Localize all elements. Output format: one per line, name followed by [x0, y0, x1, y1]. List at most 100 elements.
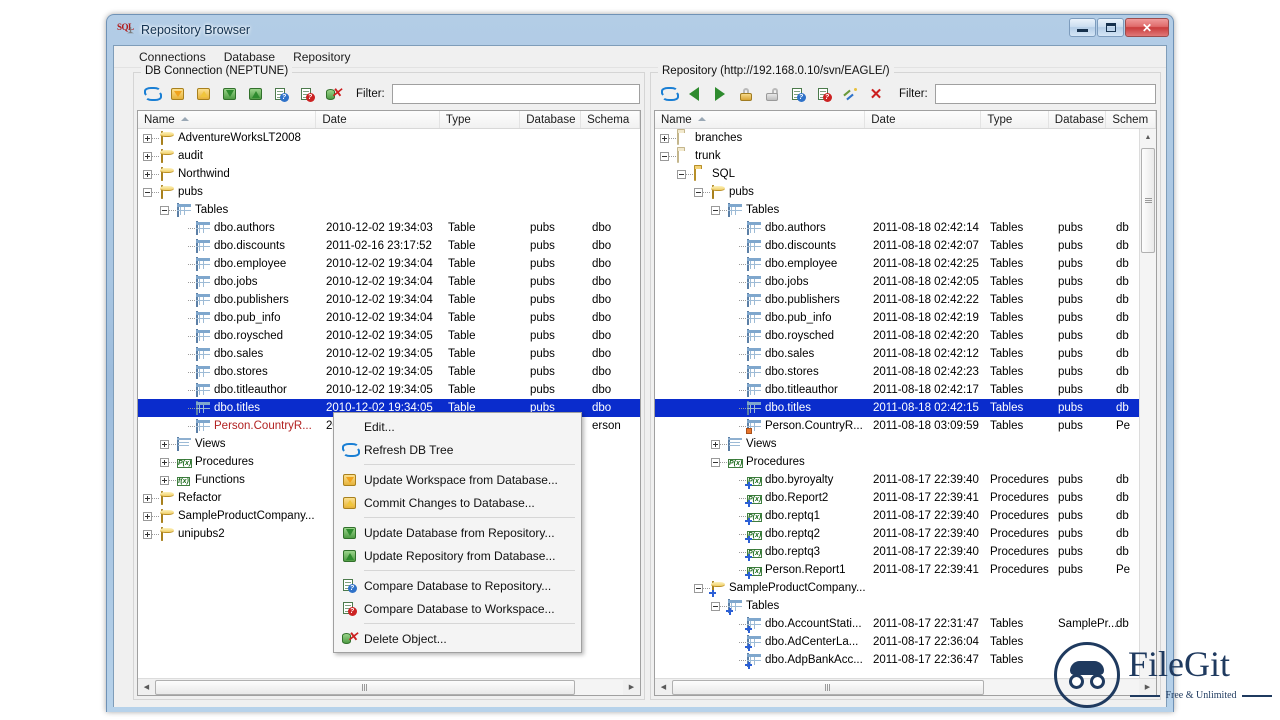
tree-row[interactable]: dbo.publishers 2010-12-02 19:34:04 Table pu…: [138, 291, 640, 309]
tree-row[interactable]: Person.CountryR... 2011-08-18 03:09:59 Tab…: [655, 417, 1156, 435]
green-box-down-arrow-icon[interactable]: [216, 83, 242, 105]
tree-row[interactable]: SampleProductCompany...: [655, 579, 1156, 597]
refresh-icon[interactable]: [655, 83, 681, 105]
repo-column-schema[interactable]: Schem: [1106, 111, 1156, 128]
repo-hscroll-thumb[interactable]: [672, 679, 984, 695]
close-button[interactable]: ✕: [1125, 18, 1169, 37]
tree-row[interactable]: dbo.publishers 2011-08-18 02:42:22 Tables p…: [655, 291, 1156, 309]
collapse-icon[interactable]: [677, 169, 686, 179]
db-filter-input[interactable]: [391, 84, 640, 104]
tree-row[interactable]: branches: [655, 129, 1156, 147]
context-menu-item[interactable]: Update Repository from Database...: [334, 544, 581, 567]
tree-row[interactable]: pubs: [138, 183, 640, 201]
green-box-up-arrow-icon[interactable]: [242, 83, 268, 105]
yellow-box-down-arrow-icon[interactable]: [164, 83, 190, 105]
expand-icon[interactable]: [160, 439, 169, 449]
maximize-button[interactable]: [1097, 18, 1124, 37]
context-menu-item[interactable]: Update Database from Repository...: [334, 521, 581, 544]
tree-row[interactable]: P(x) dbo.Report2 2011-08-17 22:39:41 Proced…: [655, 489, 1156, 507]
collapse-icon[interactable]: [694, 583, 703, 593]
tree-row[interactable]: dbo.stores 2010-12-02 19:34:05 Table pubs db…: [138, 363, 640, 381]
tree-row[interactable]: P(x) dbo.byroyalty 2011-08-17 22:39:40 Proc…: [655, 471, 1156, 489]
edit-icon[interactable]: [837, 83, 863, 105]
context-menu[interactable]: Edit... Refresh DB Tree Update Workspace f…: [333, 412, 582, 653]
repo-hscroll-left-arrow[interactable]: ◀: [655, 679, 672, 695]
expand-icon[interactable]: [160, 475, 169, 485]
tree-row[interactable]: pubs: [655, 183, 1156, 201]
menu-repository[interactable]: Repository: [284, 48, 359, 66]
tree-row[interactable]: dbo.jobs 2011-08-18 02:42:05 Tables pubs db: [655, 273, 1156, 291]
yellow-box-up-arrow-icon[interactable]: [190, 83, 216, 105]
tree-row[interactable]: dbo.roysched 2011-08-18 02:42:20 Tables pub…: [655, 327, 1156, 345]
tree-row[interactable]: P(x) Person.Report1 2011-08-17 22:39:41 Pro…: [655, 561, 1156, 579]
expand-icon[interactable]: [143, 529, 152, 539]
menu-connections[interactable]: Connections: [130, 48, 215, 66]
db-column-schema[interactable]: Schema: [581, 111, 640, 128]
tree-row[interactable]: dbo.sales 2010-12-02 19:34:05 Table pubs dbo: [138, 345, 640, 363]
db-hscroll-right-arrow[interactable]: ▶: [623, 679, 640, 695]
tree-row[interactable]: AdventureWorksLT2008: [138, 129, 640, 147]
db-column-date[interactable]: Date: [316, 111, 440, 128]
tree-row[interactable]: dbo.sales 2011-08-18 02:42:12 Tables pubs db: [655, 345, 1156, 363]
context-menu-item[interactable]: ? Compare Database to Workspace...: [334, 597, 581, 620]
tree-row[interactable]: Northwind: [138, 165, 640, 183]
tree-row[interactable]: P(x) dbo.reptq3 2011-08-17 22:39:40 Procedu…: [655, 543, 1156, 561]
delete-x-icon[interactable]: ✕: [863, 83, 889, 105]
green-arrow-left-icon[interactable]: [681, 83, 707, 105]
tree-row[interactable]: dbo.authors 2010-12-02 19:34:03 Table pubs d…: [138, 219, 640, 237]
context-menu-item[interactable]: ? Compare Database to Repository...: [334, 574, 581, 597]
context-menu-item[interactable]: Update Workspace from Database...: [334, 468, 581, 491]
tree-row[interactable]: dbo.authors 2011-08-18 02:42:14 Tables pubs…: [655, 219, 1156, 237]
expand-icon[interactable]: [143, 133, 152, 143]
tree-row[interactable]: dbo.AccountStati... 2011-08-17 22:31:47 Ta…: [655, 615, 1156, 633]
tree-row[interactable]: dbo.titleauthor 2010-12-02 19:34:05 Table p…: [138, 381, 640, 399]
expand-icon[interactable]: [143, 493, 152, 503]
repo-column-database[interactable]: Database: [1049, 111, 1107, 128]
collapse-icon[interactable]: [711, 601, 720, 611]
repo-vscroll-up-arrow[interactable]: ▲: [1140, 129, 1156, 146]
menu-database[interactable]: Database: [215, 48, 284, 66]
tree-row[interactable]: dbo.discounts 2011-08-18 02:42:07 Tables pu…: [655, 237, 1156, 255]
tree-row[interactable]: dbo.employee 2010-12-02 19:34:04 Table pubs…: [138, 255, 640, 273]
expand-icon[interactable]: [143, 169, 152, 179]
repo-column-name[interactable]: Name: [655, 111, 866, 128]
lock-closed-icon[interactable]: [733, 83, 759, 105]
context-menu-item[interactable]: Commit Changes to Database...: [334, 491, 581, 514]
tree-row[interactable]: dbo.roysched 2010-12-02 19:34:05 Table pubs…: [138, 327, 640, 345]
tree-row[interactable]: dbo.titles 2011-08-18 02:42:15 Tables pubs d…: [655, 399, 1156, 417]
repo-column-type[interactable]: Type: [981, 111, 1049, 128]
repo-column-date[interactable]: Date: [865, 111, 982, 128]
tree-row[interactable]: Tables: [138, 201, 640, 219]
repo-vscroll-thumb[interactable]: [1141, 148, 1155, 253]
tree-row[interactable]: audit: [138, 147, 640, 165]
tree-row[interactable]: P(x) dbo.reptq1 2011-08-17 22:39:40 Procedu…: [655, 507, 1156, 525]
compare-blue-icon[interactable]: ?: [268, 83, 294, 105]
db-hscroll-track[interactable]: [155, 679, 623, 695]
collapse-icon[interactable]: [143, 187, 152, 197]
tree-row[interactable]: dbo.titleauthor 2011-08-18 02:42:17 Tables…: [655, 381, 1156, 399]
db-hscroll-thumb[interactable]: [155, 679, 575, 695]
repo-vertical-scrollbar[interactable]: ▲: [1139, 129, 1156, 678]
tree-row[interactable]: SQL: [655, 165, 1156, 183]
context-menu-item[interactable]: Edit...: [334, 415, 581, 438]
collapse-icon[interactable]: [160, 205, 169, 215]
green-arrow-right-icon[interactable]: [707, 83, 733, 105]
tree-row[interactable]: dbo.employee 2011-08-18 02:42:25 Tables pub…: [655, 255, 1156, 273]
tree-row[interactable]: Tables: [655, 201, 1156, 219]
expand-icon[interactable]: [160, 457, 169, 467]
db-column-name[interactable]: Name: [138, 111, 317, 128]
tree-row[interactable]: dbo.jobs 2010-12-02 19:34:04 Table pubs dbo: [138, 273, 640, 291]
db-column-type[interactable]: Type: [440, 111, 521, 128]
db-hscroll-left-arrow[interactable]: ◀: [138, 679, 155, 695]
collapse-icon[interactable]: [711, 205, 720, 215]
tree-row[interactable]: P(x) dbo.reptq2 2011-08-17 22:39:40 Procedu…: [655, 525, 1156, 543]
context-menu-item[interactable]: ✕ Delete Object...: [334, 627, 581, 650]
expand-icon[interactable]: [711, 439, 720, 449]
tree-row[interactable]: dbo.stores 2011-08-18 02:42:23 Tables pubs d…: [655, 363, 1156, 381]
expand-icon[interactable]: [143, 511, 152, 521]
compare-blue-icon[interactable]: ?: [785, 83, 811, 105]
collapse-icon[interactable]: [694, 187, 703, 197]
context-menu-item[interactable]: Refresh DB Tree: [334, 438, 581, 461]
tree-row[interactable]: Views: [655, 435, 1156, 453]
compare-red-icon[interactable]: ?: [811, 83, 837, 105]
